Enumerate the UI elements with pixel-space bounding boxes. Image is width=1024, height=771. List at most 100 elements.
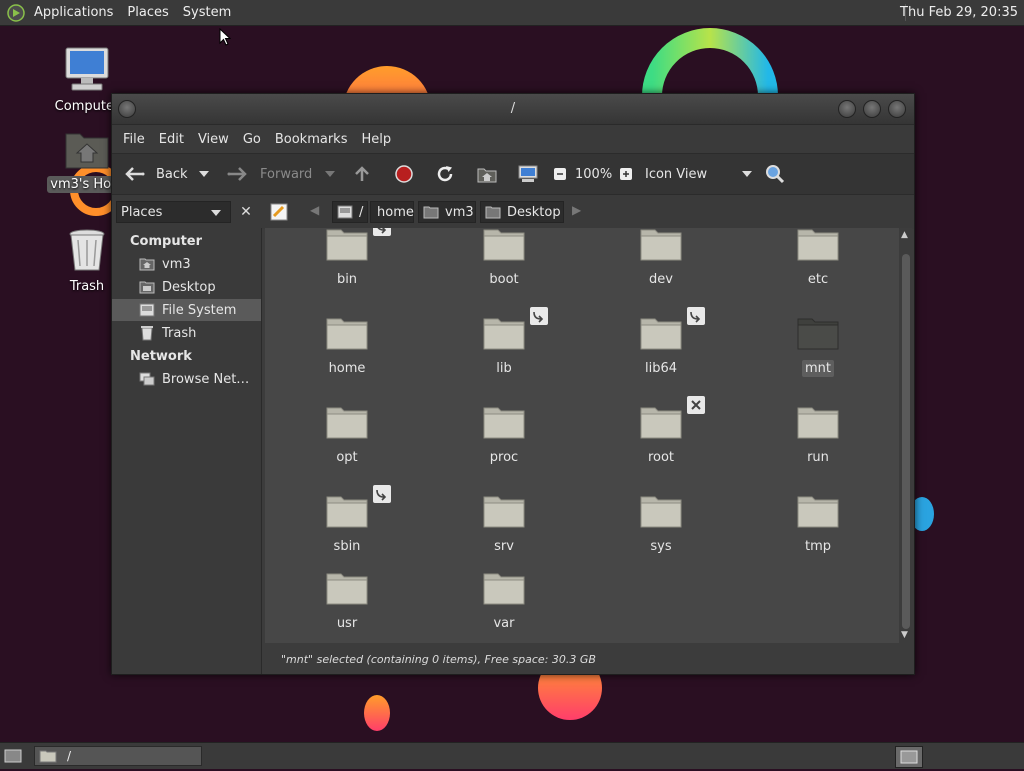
folder-icon	[797, 229, 839, 261]
search-button[interactable]	[764, 154, 786, 194]
drive-icon	[337, 205, 353, 219]
folder-item[interactable]: tmp	[758, 493, 878, 563]
folder-item[interactable]: root	[601, 396, 721, 474]
sidebar-item-file-system[interactable]: File System	[112, 299, 261, 321]
menu-help[interactable]: Help	[354, 132, 398, 147]
menu-go[interactable]: Go	[236, 132, 268, 147]
folder-icon	[483, 407, 525, 439]
folder-name: srv	[494, 539, 514, 554]
folder-item[interactable]: lib	[444, 307, 564, 385]
back-label: Back	[156, 166, 188, 182]
menu-edit[interactable]: Edit	[152, 132, 191, 147]
close-sidebar-button[interactable]: ✕	[236, 202, 256, 222]
stop-button[interactable]	[394, 154, 414, 194]
menu-bookmarks[interactable]: Bookmarks	[268, 132, 355, 147]
breadcrumb-desktop[interactable]: Desktop	[480, 201, 564, 223]
folder-icon	[640, 318, 682, 350]
folder-name-container: root	[601, 450, 721, 465]
folder-name: sys	[650, 539, 672, 554]
menu-applications[interactable]: Applications	[27, 0, 120, 25]
file-icon-view[interactable]: bin boot dev etc home lib lib64 mnt opt proc root r…	[265, 228, 899, 643]
breadcrumb-label: Desktop	[507, 204, 561, 220]
taskbar-window-label: /	[67, 749, 72, 763]
computer-icon	[518, 165, 538, 182]
view-mode-select[interactable]: Icon View	[645, 154, 753, 194]
scrollbar-thumb[interactable]	[902, 254, 910, 629]
back-history-dropdown[interactable]	[198, 154, 210, 194]
computer-button[interactable]	[517, 154, 539, 194]
home-button[interactable]	[476, 154, 498, 194]
folder-item[interactable]: opt	[287, 404, 407, 474]
menu-places[interactable]: Places	[120, 0, 175, 25]
folder-name: proc	[489, 450, 519, 465]
chevron-down-icon	[742, 171, 753, 177]
back-button[interactable]: Back	[122, 154, 188, 194]
folder-icon	[797, 496, 839, 528]
up-button[interactable]	[352, 154, 372, 194]
folder-item[interactable]: srv	[444, 493, 564, 563]
folder-item[interactable]: boot	[444, 228, 564, 296]
folder-item[interactable]: usr	[287, 570, 407, 640]
breadcrumb-home[interactable]: home	[370, 201, 414, 223]
folder-name-container: sbin	[287, 539, 407, 554]
zoom-in-button[interactable]	[619, 154, 633, 194]
sidebar-item-desktop[interactable]: Desktop	[112, 276, 261, 298]
folder-item[interactable]: etc	[758, 228, 878, 296]
sidebar-places-select[interactable]: Places	[116, 201, 231, 223]
sidebar-item-trash[interactable]: Trash	[112, 322, 261, 344]
folder-item[interactable]: run	[758, 404, 878, 474]
trash-icon	[69, 229, 105, 271]
breadcrumb-right-arrow[interactable]: ▶	[572, 203, 581, 217]
folder-item[interactable]: home	[287, 315, 407, 385]
menu-view[interactable]: View	[191, 132, 236, 147]
toggle-location-entry-button[interactable]	[269, 202, 291, 222]
show-desktop-button[interactable]	[4, 747, 22, 765]
folder-name: bin	[336, 272, 358, 287]
zoom-out-button[interactable]	[553, 154, 567, 194]
menu-file[interactable]: File	[116, 132, 152, 147]
breadcrumb-left-arrow[interactable]: ◀	[310, 203, 319, 217]
folder-name: dev	[649, 272, 673, 287]
scroll-up-arrow[interactable]: ▲	[901, 230, 908, 240]
folder-item[interactable]: bin	[287, 228, 407, 296]
folder-item[interactable]: dev	[601, 228, 721, 296]
folder-item[interactable]: var	[444, 570, 564, 640]
applications-logo-icon[interactable]	[7, 3, 25, 22]
workspace-switcher[interactable]	[895, 746, 923, 768]
menu-system[interactable]: System	[176, 0, 238, 25]
taskbar-window-button[interactable]: /	[34, 746, 202, 766]
folder-name: var	[493, 616, 515, 631]
folder-item[interactable]: mnt	[758, 315, 878, 385]
folder-icon	[326, 318, 368, 350]
sidebar-item-vm3[interactable]: vm3	[112, 253, 261, 275]
reload-button[interactable]	[435, 154, 455, 194]
maximize-button[interactable]	[863, 100, 881, 118]
folder-icon	[483, 229, 525, 261]
folder-name-container: mnt	[758, 360, 878, 377]
vertical-scrollbar[interactable]: ▲ ▼	[900, 228, 912, 643]
forward-history-dropdown[interactable]	[324, 154, 336, 194]
sidebar-item-browse-network[interactable]: Browse Net…	[112, 368, 261, 390]
breadcrumb-root[interactable]: /	[332, 201, 368, 223]
folder-item[interactable]: lib64	[601, 307, 721, 385]
folder-item[interactable]: proc	[444, 404, 564, 474]
folder-name-container: bin	[287, 272, 407, 287]
sidebar-item-label: Trash	[162, 325, 197, 341]
minimize-button[interactable]	[838, 100, 856, 118]
forward-button[interactable]: Forward	[226, 154, 312, 194]
folder-item[interactable]: sbin	[287, 485, 407, 563]
folder-name-container: etc	[758, 272, 878, 287]
clock[interactable]: Thu Feb 29, 20:35	[900, 0, 1018, 25]
folder-name: home	[328, 361, 366, 376]
window-titlebar[interactable]: /	[112, 94, 914, 125]
desktop-folder-icon	[485, 206, 501, 219]
home-folder-icon	[423, 206, 439, 219]
folder-icon	[326, 496, 368, 528]
close-button[interactable]	[888, 100, 906, 118]
folder-item[interactable]: sys	[601, 493, 721, 563]
folder-name: opt	[336, 450, 358, 465]
breadcrumb-vm3[interactable]: vm3	[418, 201, 476, 223]
workspace-icon	[900, 750, 918, 764]
location-bar: Places ✕ ◀ / home vm3 Desktop ▶	[112, 195, 914, 229]
scroll-down-arrow[interactable]: ▼	[901, 630, 908, 640]
